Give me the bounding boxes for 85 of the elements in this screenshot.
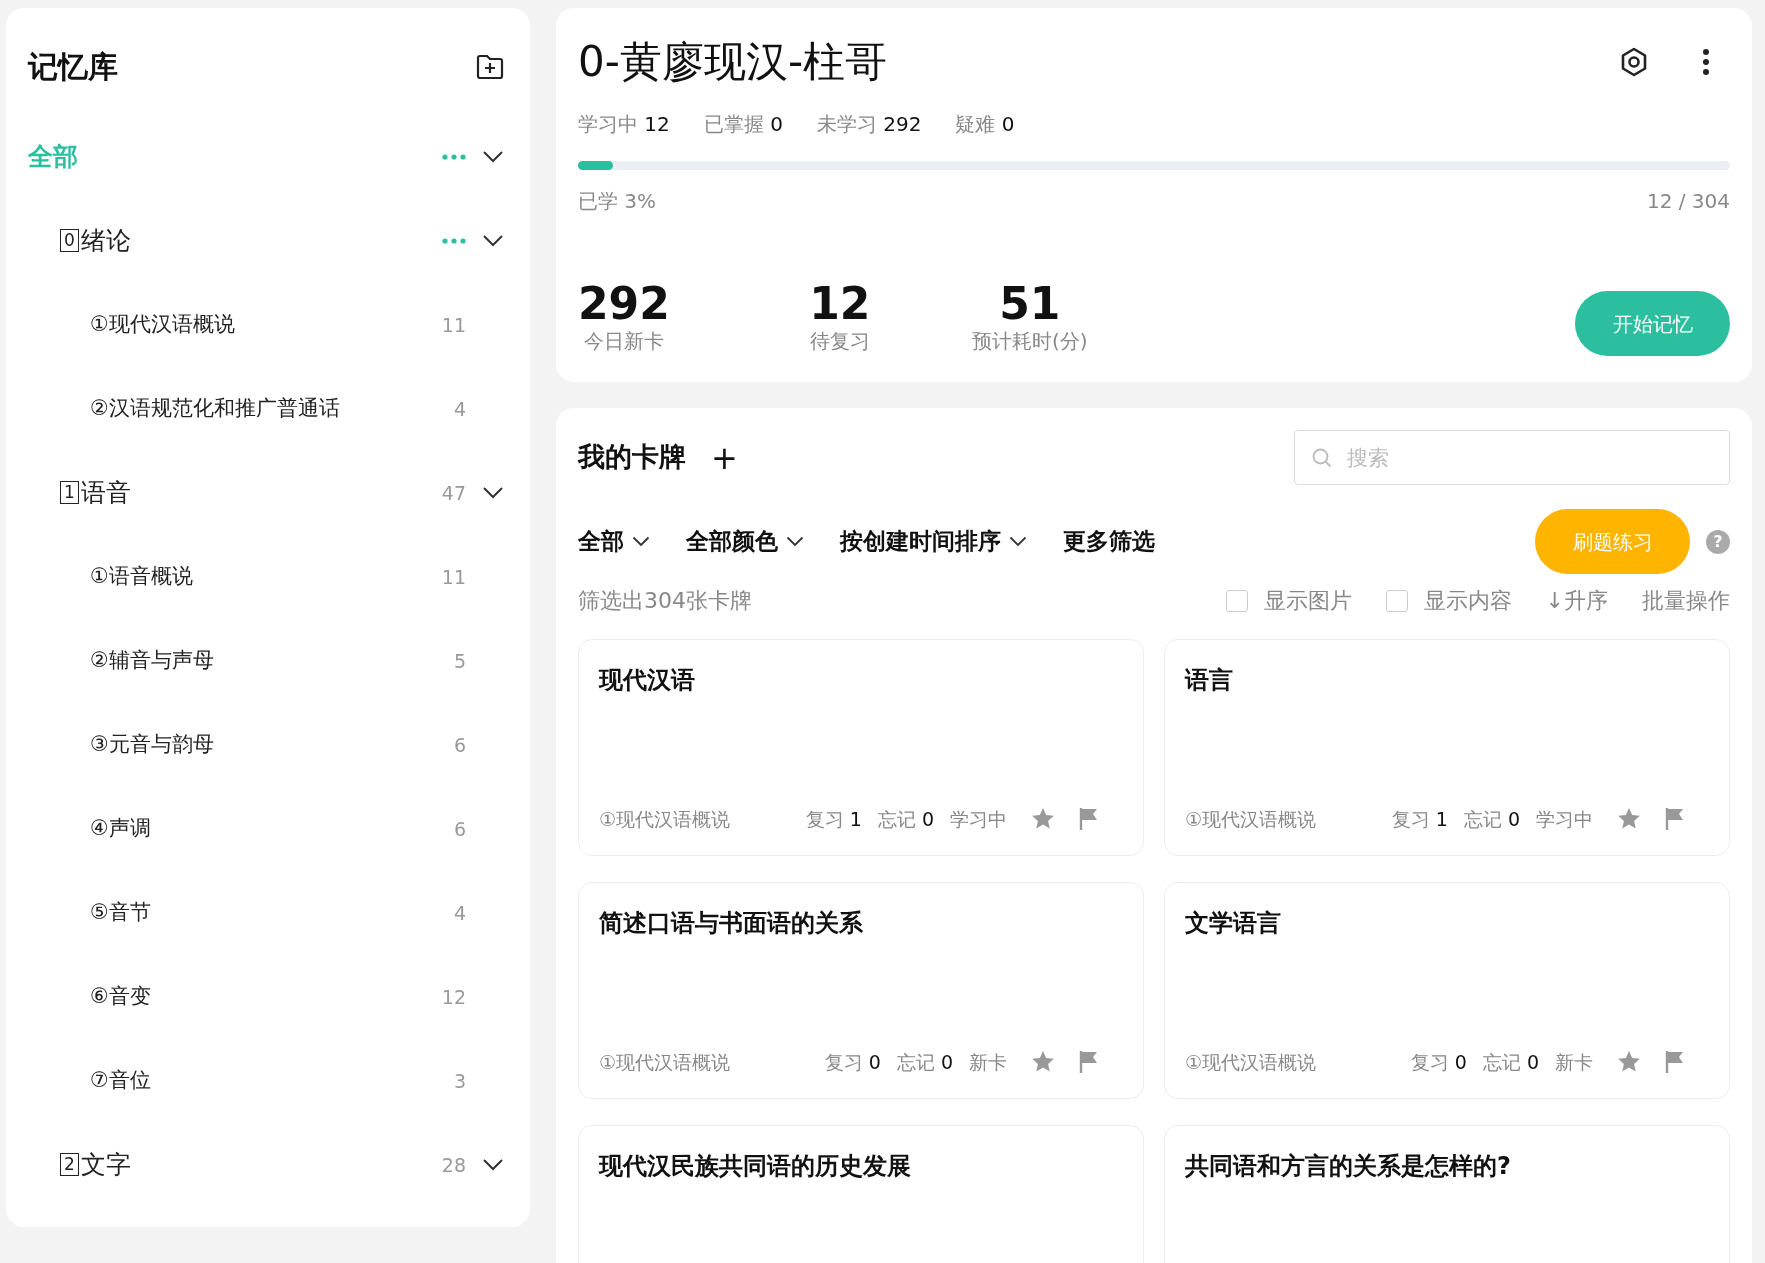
filter-dropdown[interactable]: 全部颜色 bbox=[686, 524, 804, 559]
batch-action-link[interactable]: 批量操作 bbox=[1642, 584, 1730, 617]
figure-value: 12 bbox=[808, 282, 872, 326]
tree-item[interactable]: ⑤音节 4 bbox=[28, 871, 504, 955]
card-deck-label: ①现代汉语概说 bbox=[1185, 806, 1317, 832]
review-count: 复习 0 bbox=[1410, 1049, 1467, 1075]
chevron-down-icon[interactable] bbox=[482, 486, 504, 500]
more-dots-icon[interactable] bbox=[442, 238, 466, 244]
sidebar-title: 记忆库 bbox=[28, 48, 118, 86]
tree-item[interactable]: ①现代汉语概说 11 bbox=[28, 283, 504, 367]
review-count: 复习 1 bbox=[805, 806, 862, 832]
card-status: 新卡 bbox=[969, 1049, 1007, 1075]
filter-result-text: 筛选出304张卡牌 bbox=[578, 587, 752, 615]
card-title: 共同语和方言的关系是怎样的? bbox=[1185, 1151, 1512, 1182]
review-count: 复习 1 bbox=[1391, 806, 1448, 832]
flashcard[interactable]: 简述口语与书面语的关系 ①现代汉语概说 复习 0 忘记 0 新卡 bbox=[578, 882, 1144, 1099]
panel-title: 我的卡牌 bbox=[578, 440, 686, 475]
more-dots-icon[interactable] bbox=[442, 154, 466, 160]
flag-icon[interactable] bbox=[1079, 1049, 1099, 1074]
more-icon[interactable] bbox=[1702, 47, 1710, 76]
figure-label: 待复习 bbox=[808, 328, 871, 355]
card-title: 简述口语与书面语的关系 bbox=[599, 908, 864, 939]
stat-text: 疑难 0 bbox=[955, 112, 1015, 136]
flashcard[interactable]: 现代汉民族共同语的历史发展 bbox=[578, 1125, 1144, 1263]
stat-text: 未学习 292 bbox=[816, 112, 922, 136]
tree-item[interactable]: ③元音与韵母 6 bbox=[28, 703, 504, 787]
search-field[interactable]: 搜索 bbox=[1294, 430, 1730, 485]
flag-icon[interactable] bbox=[1665, 1049, 1685, 1074]
tree-item[interactable]: ②汉语规范化和推广普通话 4 bbox=[28, 367, 504, 451]
forget-count: 忘记 0 bbox=[896, 1049, 953, 1075]
stat-text: 学习中 12 bbox=[578, 112, 670, 136]
card-status: 学习中 bbox=[1536, 806, 1593, 832]
progress-caption: 已学 3% bbox=[578, 188, 657, 215]
card-title: 现代汉民族共同语的历史发展 bbox=[599, 1151, 912, 1182]
checkbox-label[interactable]: 显示内容 bbox=[1423, 584, 1512, 617]
forget-count: 忘记 0 bbox=[877, 806, 934, 832]
flashcard[interactable]: 共同语和方言的关系是怎样的? bbox=[1164, 1125, 1730, 1263]
forget-count: 忘记 0 bbox=[1463, 806, 1520, 832]
tree-item[interactable]: 1 语音 47 bbox=[28, 451, 504, 535]
flag-icon[interactable] bbox=[1665, 806, 1685, 831]
card-title: 语言 bbox=[1185, 665, 1234, 696]
card-deck-label: ①现代汉语概说 bbox=[599, 806, 731, 832]
filter-dropdown[interactable]: 全部 bbox=[578, 524, 650, 559]
tree-item[interactable]: 0 绪论 bbox=[28, 199, 504, 283]
star-icon[interactable] bbox=[1031, 1050, 1055, 1074]
search-icon bbox=[1312, 448, 1332, 468]
card-title: 现代汉语 bbox=[599, 665, 696, 696]
card-title: 文学语言 bbox=[1185, 908, 1282, 939]
star-icon[interactable] bbox=[1031, 807, 1055, 831]
sort-toggle[interactable]: ↓升序 bbox=[1545, 584, 1608, 617]
card-status: 新卡 bbox=[1555, 1049, 1593, 1075]
add-folder-icon[interactable] bbox=[476, 53, 504, 80]
chevron-down-icon[interactable] bbox=[482, 1158, 504, 1172]
card-deck-label: ①现代汉语概说 bbox=[1185, 1049, 1317, 1075]
figure-label: 预计耗时(分) bbox=[971, 328, 1089, 355]
forget-count: 忘记 0 bbox=[1482, 1049, 1539, 1075]
flag-icon[interactable] bbox=[1079, 806, 1099, 831]
checkbox[interactable] bbox=[1225, 589, 1248, 612]
tree-item[interactable]: 2 文字 28 bbox=[28, 1123, 504, 1207]
tree-item[interactable]: ⑦音位 3 bbox=[28, 1039, 504, 1123]
chevron-down-icon[interactable] bbox=[482, 234, 504, 248]
card-status: 学习中 bbox=[950, 806, 1007, 832]
review-count: 复习 0 bbox=[824, 1049, 881, 1075]
figure-value: 292 bbox=[578, 282, 670, 326]
checkbox-label[interactable]: 显示图片 bbox=[1263, 584, 1352, 617]
tree-item[interactable]: ①语音概说 11 bbox=[28, 535, 504, 619]
card-deck-label: ①现代汉语概说 bbox=[599, 1049, 731, 1075]
star-icon[interactable] bbox=[1617, 1050, 1641, 1074]
tree-item[interactable]: ⑥音变 12 bbox=[28, 955, 504, 1039]
star-icon[interactable] bbox=[1617, 807, 1641, 831]
flashcard[interactable]: 现代汉语 ①现代汉语概说 复习 1 忘记 0 学习中 bbox=[578, 639, 1144, 856]
filter-button[interactable]: 更多筛选 bbox=[1063, 524, 1155, 559]
tree-item[interactable]: ②辅音与声母 5 bbox=[28, 619, 504, 703]
figure-value: 51 bbox=[998, 282, 1062, 326]
stat-text: 已掌握 0 bbox=[703, 112, 783, 136]
deck-title: 0-黄廖现汉-柱哥 bbox=[578, 36, 888, 88]
progress-reading: 12 / 304 bbox=[1646, 188, 1730, 215]
filter-dropdown[interactable]: 按创建时间排序 bbox=[840, 524, 1027, 559]
flashcard[interactable]: 语言 ①现代汉语概说 复习 1 忘记 0 学习中 bbox=[1164, 639, 1730, 856]
flashcard[interactable]: 文学语言 ①现代汉语概说 复习 0 忘记 0 新卡 bbox=[1164, 882, 1730, 1099]
chevron-down-icon[interactable] bbox=[482, 150, 504, 164]
checkbox[interactable] bbox=[1385, 589, 1408, 612]
figure-label: 今日新卡 bbox=[582, 328, 665, 355]
add-card-button[interactable]: + bbox=[710, 440, 739, 475]
tree-item[interactable]: ④声调 6 bbox=[28, 787, 504, 871]
